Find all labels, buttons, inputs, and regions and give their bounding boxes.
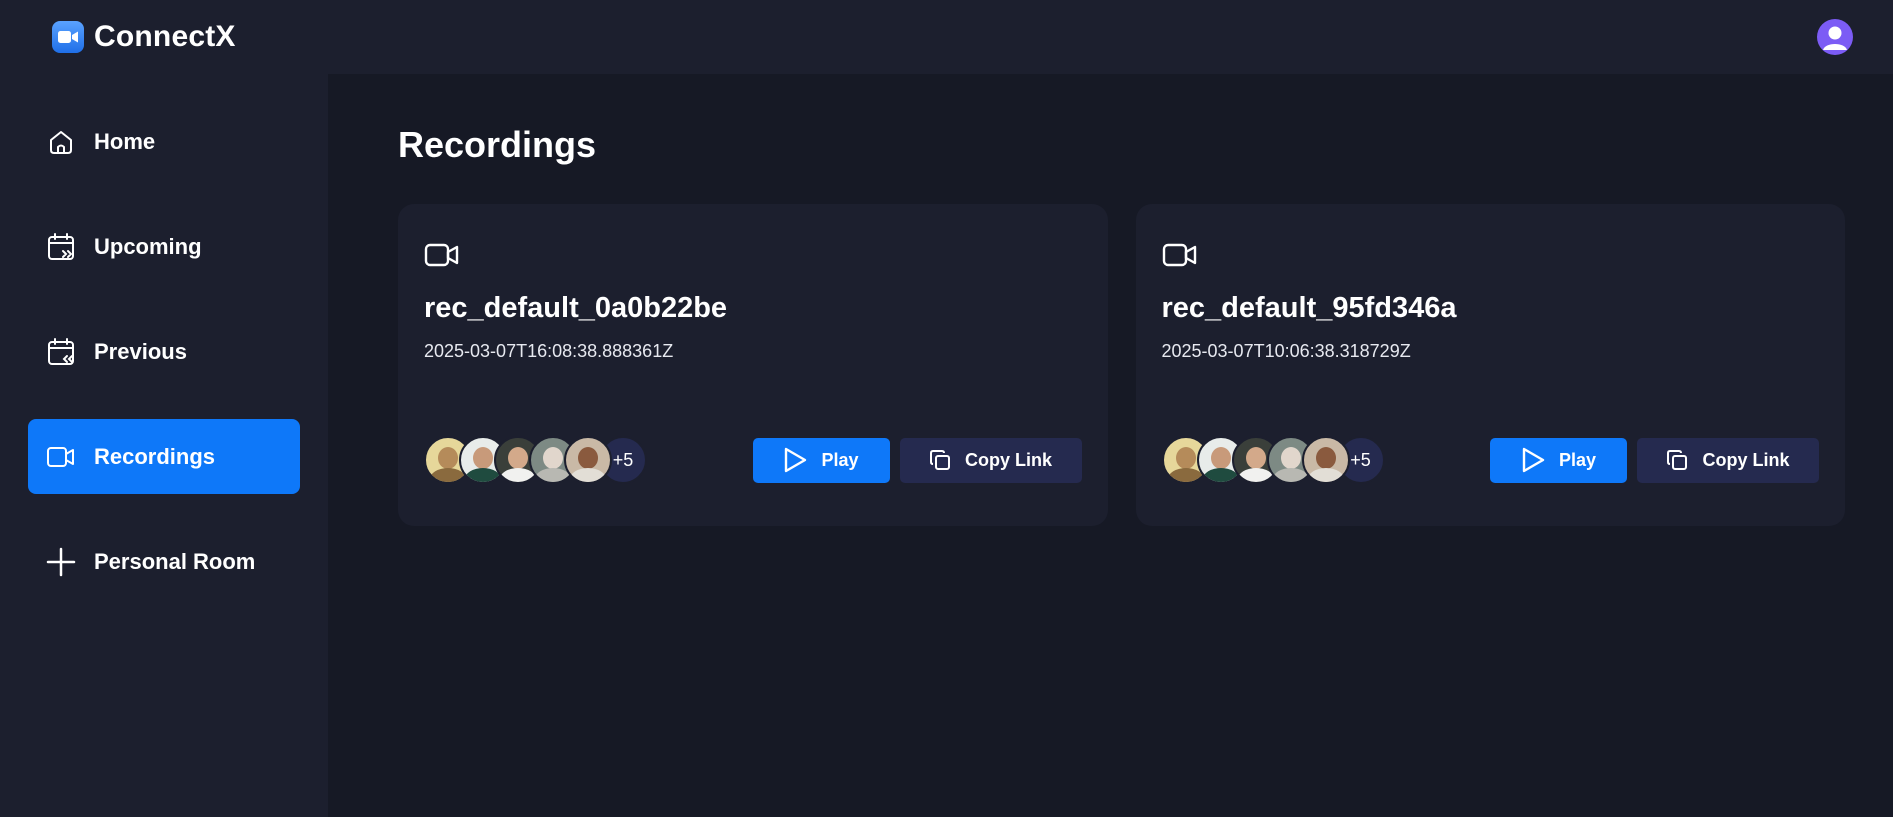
play-button[interactable]: Play [752, 437, 890, 483]
recording-footer: +5 Play Copy Link [1161, 436, 1819, 484]
attendee-avatars: +5 [1161, 436, 1385, 484]
sidebar-item-personal-room[interactable]: Personal Room [28, 524, 300, 599]
recording-actions: Play Copy Link [1490, 437, 1819, 483]
copy-link-button[interactable]: Copy Link [1637, 437, 1819, 483]
recording-date: 2025-03-07T10:06:38.318729Z [1161, 341, 1411, 361]
page-title: Recordings [398, 124, 597, 165]
brand-name: ConnectX [94, 20, 236, 53]
sidebar: Home Upcoming Previous Recordings Person… [0, 74, 328, 817]
attendee-avatar [1301, 436, 1350, 484]
play-button[interactable]: Play [1490, 437, 1627, 483]
sidebar-item-label: Upcoming [94, 233, 202, 259]
sidebar-item-label: Previous [94, 338, 187, 364]
recording-title: rec_default_95fd346a [1161, 292, 1457, 324]
sidebar-item-previous[interactable]: Previous [28, 314, 300, 389]
copy-link-label: Copy Link [1702, 449, 1790, 470]
recordings-list: rec_default_0a0b22be 2025-03-07T16:08:38… [398, 204, 1845, 526]
attendee-avatar [564, 436, 612, 484]
recording-actions: Play Copy Link [752, 437, 1082, 483]
sidebar-item-label: Personal Room [94, 548, 256, 574]
copy-link-button[interactable]: Copy Link [899, 437, 1082, 483]
copy-icon [929, 450, 950, 470]
sidebar-item-label: Home [94, 128, 156, 154]
recording-card: rec_default_95fd346a 2025-03-07T10:06:38… [1135, 204, 1845, 526]
sidebar-item-label: Recordings [94, 443, 216, 469]
sidebar-item-recordings[interactable]: Recordings [28, 419, 300, 494]
video-icon [1162, 240, 1198, 270]
play-icon [785, 447, 807, 473]
attendee-avatars: +5 [424, 436, 647, 484]
recording-card: rec_default_0a0b22be 2025-03-07T16:08:38… [398, 204, 1108, 526]
logo-icon [52, 21, 84, 53]
top-navbar: ConnectX [0, 0, 1893, 74]
copy-link-label: Copy Link [964, 449, 1052, 470]
video-icon [46, 442, 76, 472]
play-button-label: Play [821, 449, 859, 470]
sidebar-item-upcoming[interactable]: Upcoming [28, 209, 300, 284]
video-icon [424, 240, 460, 270]
main-content: Recordings rec_default_0a0b22be 2025-03-… [328, 74, 1893, 817]
home-icon [46, 127, 76, 157]
plus-icon [46, 547, 76, 577]
play-icon [1522, 447, 1545, 473]
recording-date: 2025-03-07T16:08:38.888361Z [424, 341, 674, 361]
calendar-previous-icon [46, 337, 76, 367]
copy-icon [1667, 450, 1688, 470]
calendar-upcoming-icon [46, 232, 76, 262]
brand[interactable]: ConnectX [52, 20, 236, 54]
sidebar-item-home[interactable]: Home [28, 104, 300, 179]
recording-title: rec_default_0a0b22be [424, 292, 728, 324]
user-avatar-icon[interactable] [1817, 19, 1853, 55]
recording-footer: +5 Play Copy Link [424, 436, 1082, 484]
play-button-label: Play [1558, 449, 1597, 470]
